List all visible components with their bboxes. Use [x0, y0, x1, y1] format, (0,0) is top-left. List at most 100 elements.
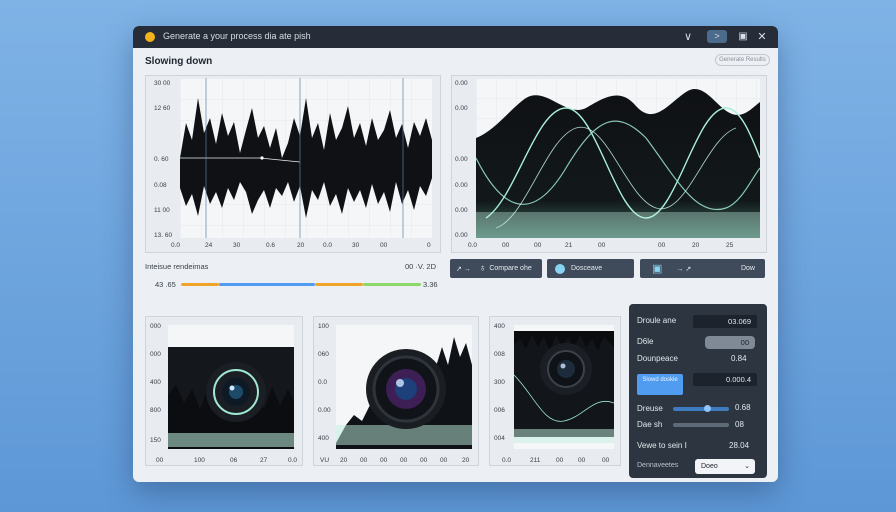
slider1-label: Dreuse	[637, 404, 663, 413]
y-tick: 12 60	[154, 105, 171, 112]
x-tick: 06	[230, 457, 238, 464]
slider1-track[interactable]	[673, 407, 729, 411]
meter-end-value: 3.36	[423, 280, 438, 289]
y-tick: 300	[494, 379, 505, 386]
y-tick: 0.0	[318, 379, 328, 386]
x-tick: 0	[427, 242, 431, 249]
slider1-value: 0.68	[735, 403, 751, 412]
window-title: Generate a your process dia ate pish	[163, 31, 311, 41]
x-tick: 00	[380, 457, 388, 464]
y-tick: 000	[150, 351, 161, 358]
navigate-arrows-icon[interactable]: → ↗	[676, 265, 691, 273]
glow-band	[168, 433, 294, 447]
y-tick: 000	[150, 323, 161, 330]
total-value: 28.04	[729, 441, 750, 450]
y-tick: 30 00	[154, 80, 171, 87]
settings-panel: Droule ane 03.069 D6le 00 Dounpeace 0.84…	[629, 304, 767, 478]
y-tick: 006	[494, 407, 505, 414]
x-tick: 0.0	[502, 457, 512, 464]
x-tick: 30	[233, 242, 241, 249]
dropdown-select[interactable]: Doeo ⌄	[695, 459, 755, 474]
camera-icon[interactable]: ▣	[652, 262, 662, 275]
row1-label: Droule ane	[637, 316, 677, 325]
title-bar: Generate a your process dia ate pish ∨ >…	[133, 26, 778, 48]
x-tick: 20	[340, 457, 348, 464]
x-tick: 25	[726, 242, 734, 249]
meter-title: Inteisue rendeimas	[145, 262, 209, 271]
app-window: Generate a your process dia ate pish ∨ >…	[133, 26, 778, 482]
chevron-down-icon[interactable]: ∨	[681, 29, 695, 45]
x-tick: 00	[380, 242, 388, 249]
oscillation-graphic	[476, 78, 760, 238]
x-tick: 00	[534, 242, 542, 249]
x-tick: 27	[260, 457, 268, 464]
lens-plot-3	[514, 325, 614, 449]
x-tick: 0.0	[323, 242, 333, 249]
lens-highlight	[560, 363, 566, 369]
meter-right-value: 00 ·V. 2D	[405, 262, 436, 271]
y-tick: 0.00	[455, 80, 468, 87]
close-icon[interactable]: ✕	[756, 29, 768, 45]
lens-plot-2	[336, 325, 472, 449]
lens-plot-1	[168, 325, 294, 449]
meter-segment-orange	[181, 283, 219, 286]
x-tick: 20	[462, 457, 470, 464]
x-tick: VU	[320, 457, 330, 464]
y-tick: 0.00	[455, 182, 468, 189]
record-icon[interactable]	[555, 263, 565, 274]
y-tick: 0.08	[154, 182, 167, 189]
y-tick: 0.00	[455, 105, 468, 112]
chevron-down-icon: ⌄	[744, 463, 750, 470]
marker-point	[260, 156, 264, 160]
generate-results-button[interactable]: Generate Results	[715, 54, 770, 66]
dropdown-label: Dennaveetes	[637, 462, 679, 469]
x-tick: 211	[530, 457, 541, 464]
x-tick: 00	[420, 457, 428, 464]
record-toolbar: Dosceave	[547, 259, 634, 278]
y-tick: 0.00	[455, 156, 468, 163]
lens-chart-panel-1: 000 000 400 800 150 00 100 06 27 0.0	[145, 316, 303, 466]
slider2-value: 08	[735, 420, 744, 429]
x-tick: 21	[565, 242, 573, 249]
y-tick: 0.00	[455, 207, 468, 214]
meter-left-value: 43 .65	[155, 280, 176, 289]
slider2-track[interactable]	[673, 423, 729, 427]
total-label: Vewe to sein I	[637, 441, 687, 450]
meter-segment-orange	[315, 283, 363, 286]
glow-band	[514, 429, 614, 443]
save-icon[interactable]: ▣	[737, 29, 749, 45]
share-arrows-icon[interactable]: ↗ →	[456, 265, 471, 273]
oscillation-panel: 0.00 0.00 0.00 0.00 0.00 0.00 0.0 00 00 …	[451, 75, 767, 253]
camera-toolbar: ▣ → ↗ Dow	[640, 259, 765, 278]
y-tick: 008	[494, 351, 505, 358]
x-tick: 00	[578, 457, 586, 464]
x-tick: 20	[692, 242, 700, 249]
record-button[interactable]: Dosceave	[571, 265, 602, 272]
y-tick: 004	[494, 435, 505, 442]
y-tick: 400	[318, 435, 329, 442]
row1-value-field[interactable]: 03.069	[693, 315, 757, 328]
x-tick: 0.0	[288, 457, 298, 464]
x-tick: 00	[440, 457, 448, 464]
download-button[interactable]: Dow	[741, 265, 755, 272]
compare-button[interactable]: Compare ohe	[489, 265, 531, 272]
y-tick: 400	[494, 323, 505, 330]
row2-toggle[interactable]: 00	[705, 336, 755, 349]
x-tick: 100	[194, 457, 205, 464]
x-tick: 20	[297, 242, 305, 249]
lens-chart-panel-2: 100 060 0.0 0.00 400 VU 20 00 00 00 00 0…	[313, 316, 479, 466]
node-icon: ♁	[478, 263, 487, 274]
waveform-plot	[180, 78, 432, 238]
x-tick: 00	[658, 242, 666, 249]
go-button[interactable]: >	[707, 30, 727, 43]
y-tick: 0. 60	[154, 156, 169, 163]
x-tick: 0.0	[171, 242, 181, 249]
compare-toolbar: ↗ → ♁ Compare ohe	[450, 259, 542, 278]
lens-pupil	[557, 360, 575, 378]
slow-button[interactable]: Slowd doskie	[637, 374, 683, 395]
row3-value: 0.84	[731, 354, 747, 363]
x-tick: 30	[352, 242, 360, 249]
waveform-graphic	[180, 78, 432, 238]
lens-highlight	[229, 385, 235, 391]
row4-value-field[interactable]: 0.000.4	[693, 373, 757, 386]
